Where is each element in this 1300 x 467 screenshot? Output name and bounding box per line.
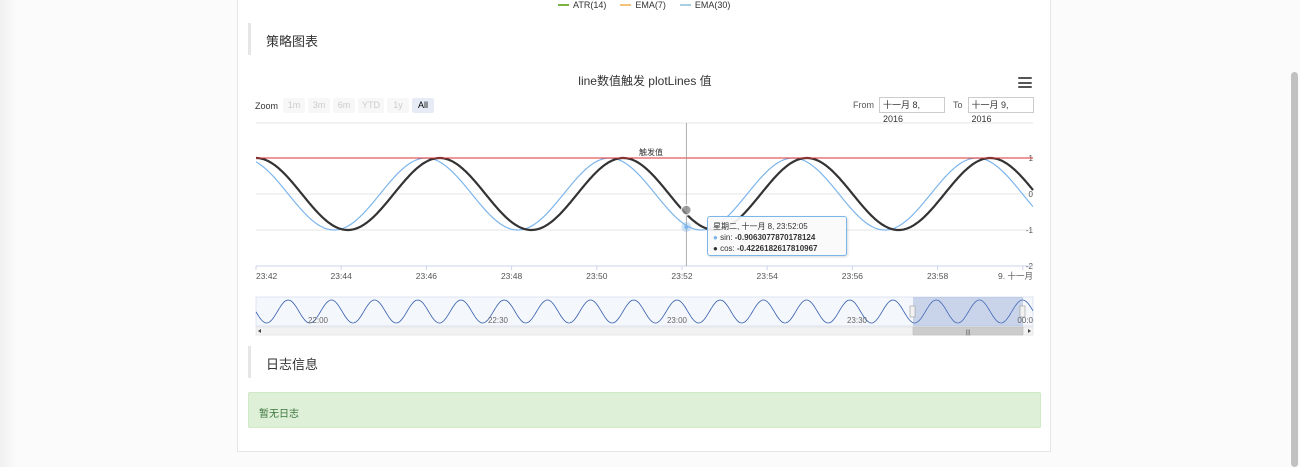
x-tick-label: 23:58 — [927, 271, 949, 281]
y-tick-label: 0 — [1029, 190, 1034, 199]
tooltip-row-cos: ● cos: -0.4226182617810967 — [713, 244, 818, 253]
navigator-handle-left — [909, 305, 916, 318]
x-tick-label: 23:54 — [757, 271, 779, 281]
x-tick-label: 23:50 — [586, 271, 608, 281]
navigator-label: 22:00 — [308, 316, 329, 325]
navigator-label: 23:00 — [667, 316, 688, 325]
x-tick-label: 9. 十一月 — [998, 271, 1033, 281]
navigator-grip-icon: ||| — [966, 330, 971, 336]
x-tick-label: 23:46 — [416, 271, 438, 281]
navigator-label: 23:30 — [847, 316, 868, 325]
section-header-log: 日志信息 — [248, 346, 1041, 378]
navigator-label: 22:30 — [488, 316, 509, 325]
x-tick-label: 23:48 — [501, 271, 523, 281]
navigator-label: 00:0 — [1017, 316, 1033, 325]
tooltip-header: 星期二, 十一月 8, 23:52:05 — [713, 222, 808, 231]
section-title-log: 日志信息 — [266, 357, 319, 372]
x-tick-label: 23:56 — [842, 271, 864, 281]
chart-tooltip: 星期二, 十一月 8, 23:52:05 ● sin: -0.906307787… — [707, 216, 847, 256]
hover-marker-cos — [680, 204, 693, 216]
log-empty-text: 暂无日志 — [259, 409, 299, 420]
y-tick-label: -1 — [1026, 226, 1034, 235]
plot-line-label: 触发值 — [639, 147, 663, 157]
navigator-selection — [913, 297, 1023, 326]
tooltip-row-sin: ● sin: -0.9063077870178124 — [713, 233, 816, 242]
x-tick-label: 23:52 — [671, 271, 693, 281]
x-tick-label: 23:44 — [331, 271, 353, 281]
x-tick-label: 23:42 — [256, 271, 278, 281]
hover-marker-sin — [684, 225, 689, 229]
page-scrollbar[interactable] — [1291, 72, 1298, 467]
log-empty-alert: 暂无日志 — [248, 392, 1041, 428]
